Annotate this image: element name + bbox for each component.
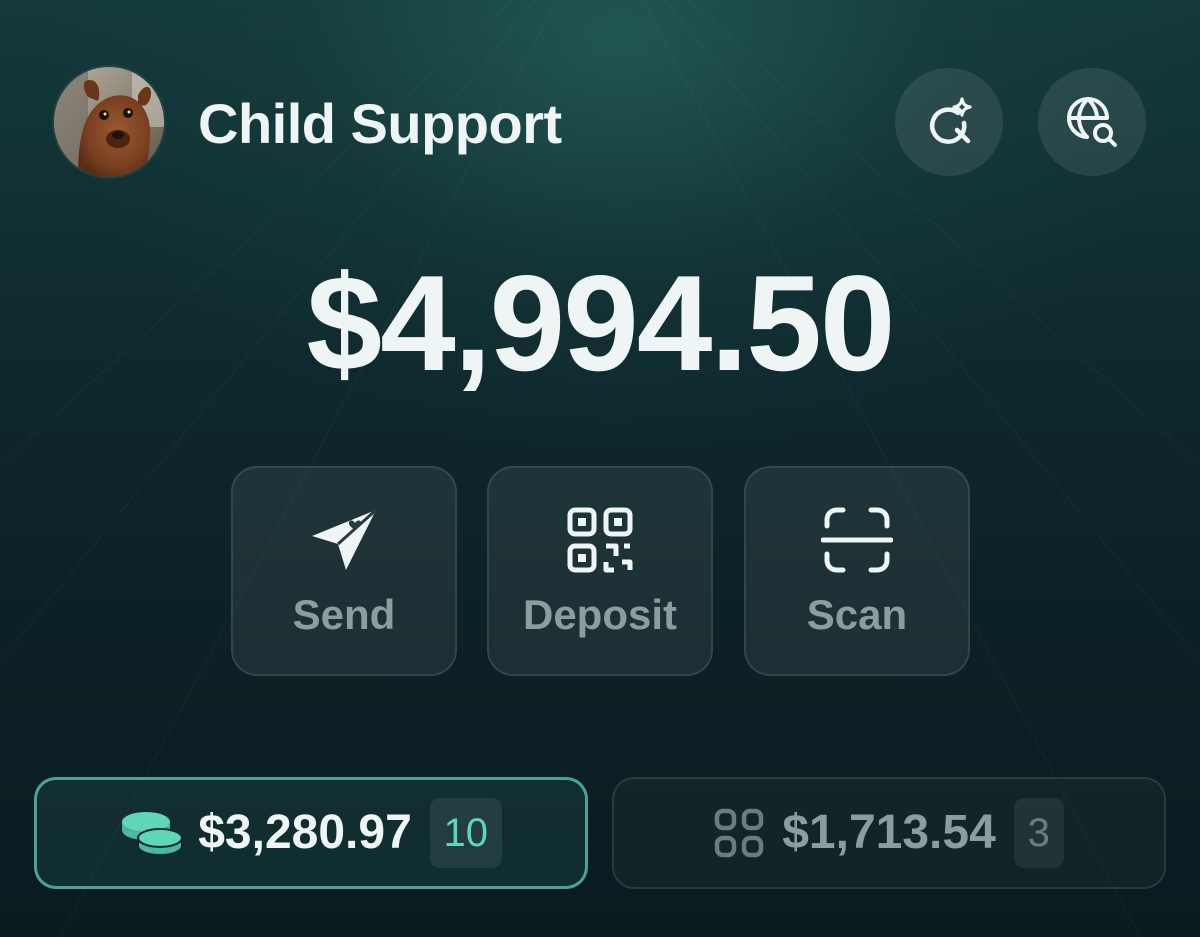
collectibles-count-badge: 3	[1013, 798, 1064, 868]
search-sparkle-icon	[929, 97, 972, 144]
total-balance: $4,994.50	[306, 247, 895, 399]
tokens-amount: $3,280.97	[198, 806, 412, 859]
coins-icon	[122, 812, 184, 857]
globe-search-icon	[1067, 97, 1117, 147]
collectibles-amount: $1,713.54	[782, 806, 996, 859]
dog-avatar-photo	[54, 67, 164, 177]
send-button[interactable]: Send	[231, 466, 457, 676]
grid-icon	[714, 808, 764, 858]
ai-search-button[interactable]	[895, 68, 1003, 176]
scan-icon	[821, 507, 893, 573]
qr-code-icon	[567, 507, 633, 573]
deposit-label: Deposit	[522, 591, 677, 638]
explore-button[interactable]	[1038, 68, 1146, 176]
send-icon	[312, 508, 378, 570]
scan-label: Scan	[806, 591, 908, 638]
scan-button[interactable]: Scan	[744, 466, 970, 676]
collectibles-tab[interactable]: $1,713.54 3	[612, 777, 1166, 889]
tokens-count-badge: 10	[429, 798, 502, 868]
send-label: Send	[292, 591, 396, 638]
avatar[interactable]	[54, 67, 164, 177]
account-name[interactable]: Child Support	[198, 92, 562, 156]
tokens-tab[interactable]: $3,280.97 10	[34, 777, 588, 889]
deposit-button[interactable]: Deposit	[487, 466, 713, 676]
